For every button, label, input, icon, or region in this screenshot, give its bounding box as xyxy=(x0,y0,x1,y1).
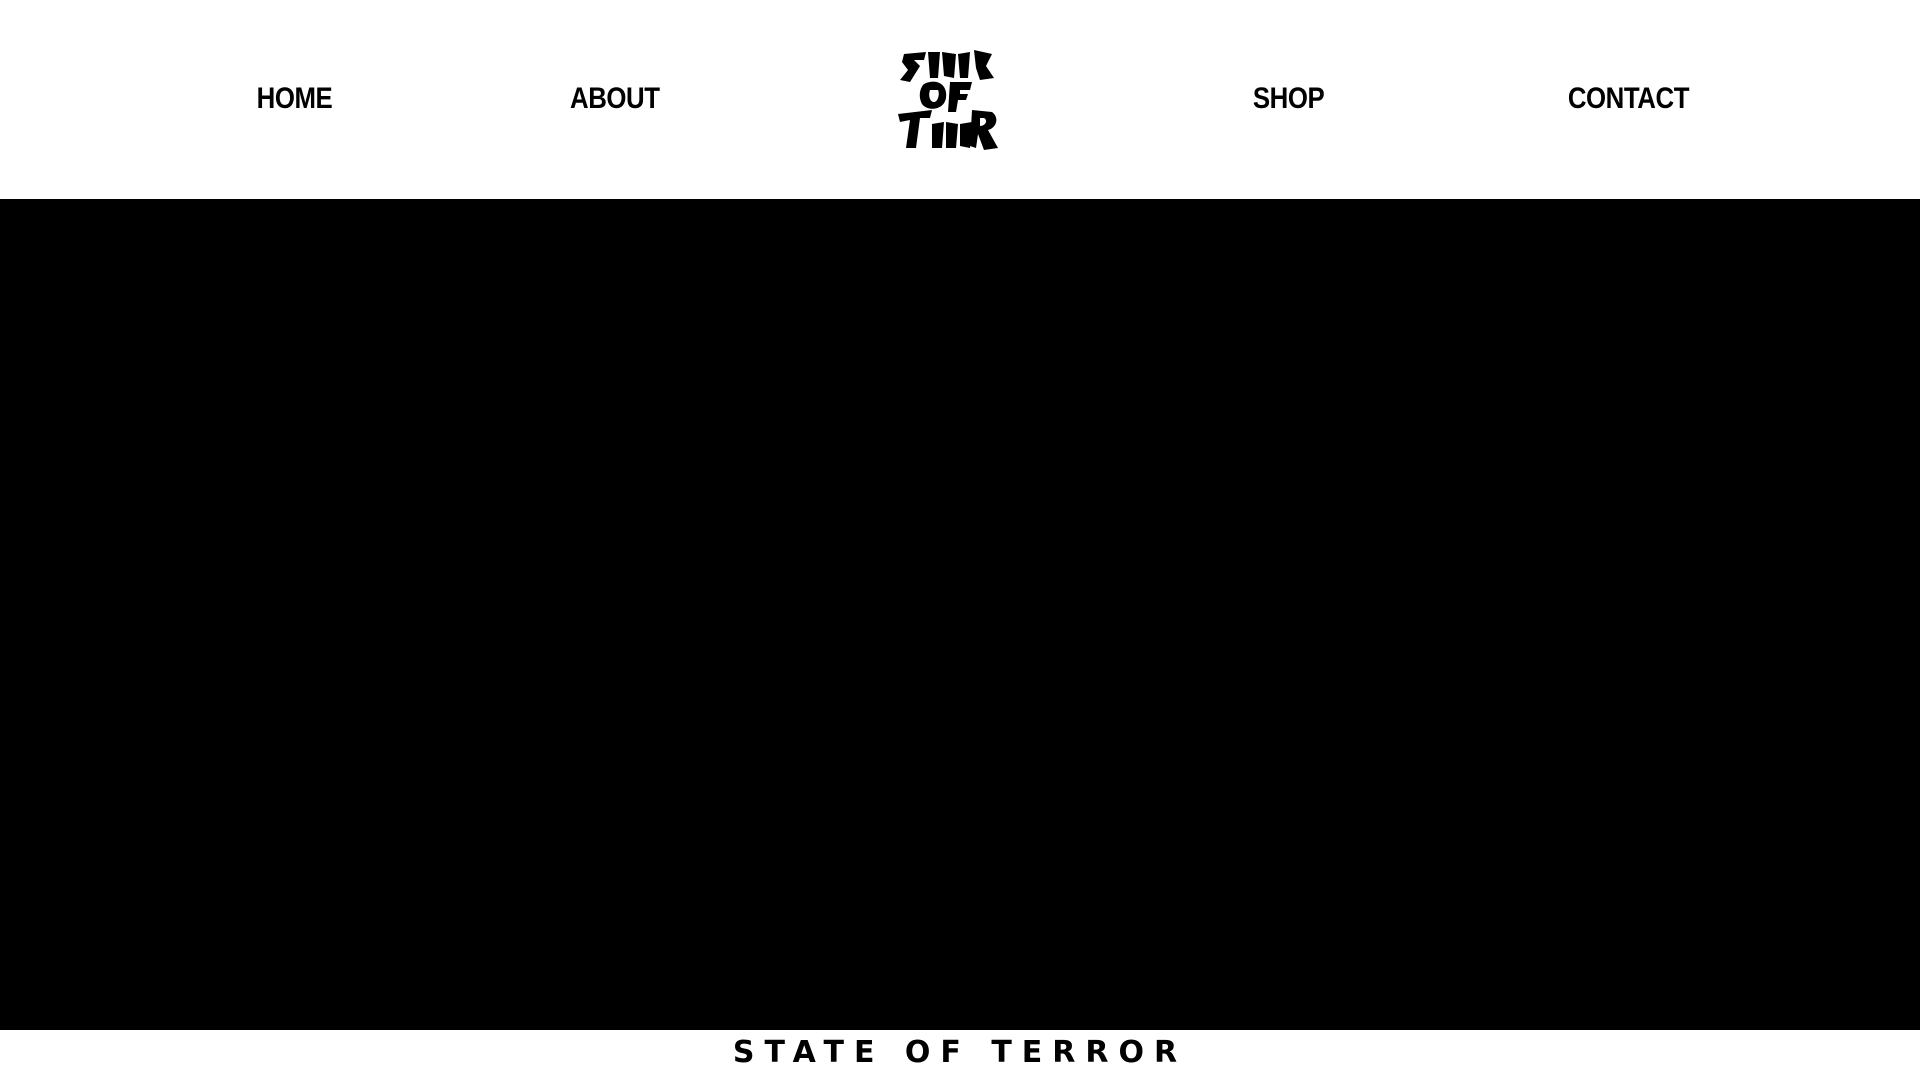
nav-home-link[interactable]: HOME xyxy=(257,76,333,122)
site-header: HOME ABOUT SHOP CONTACT xyxy=(0,0,1920,199)
hero-banner xyxy=(0,199,1920,1030)
state-of-terror-logo-icon[interactable] xyxy=(896,48,1000,152)
nav-contact-link[interactable]: CONTACT xyxy=(1568,76,1690,122)
footer-site-title: STATE OF TERROR xyxy=(732,1035,1188,1070)
nav-shop-link[interactable]: SHOP xyxy=(1253,76,1325,122)
nav-about-link[interactable]: ABOUT xyxy=(570,76,660,122)
